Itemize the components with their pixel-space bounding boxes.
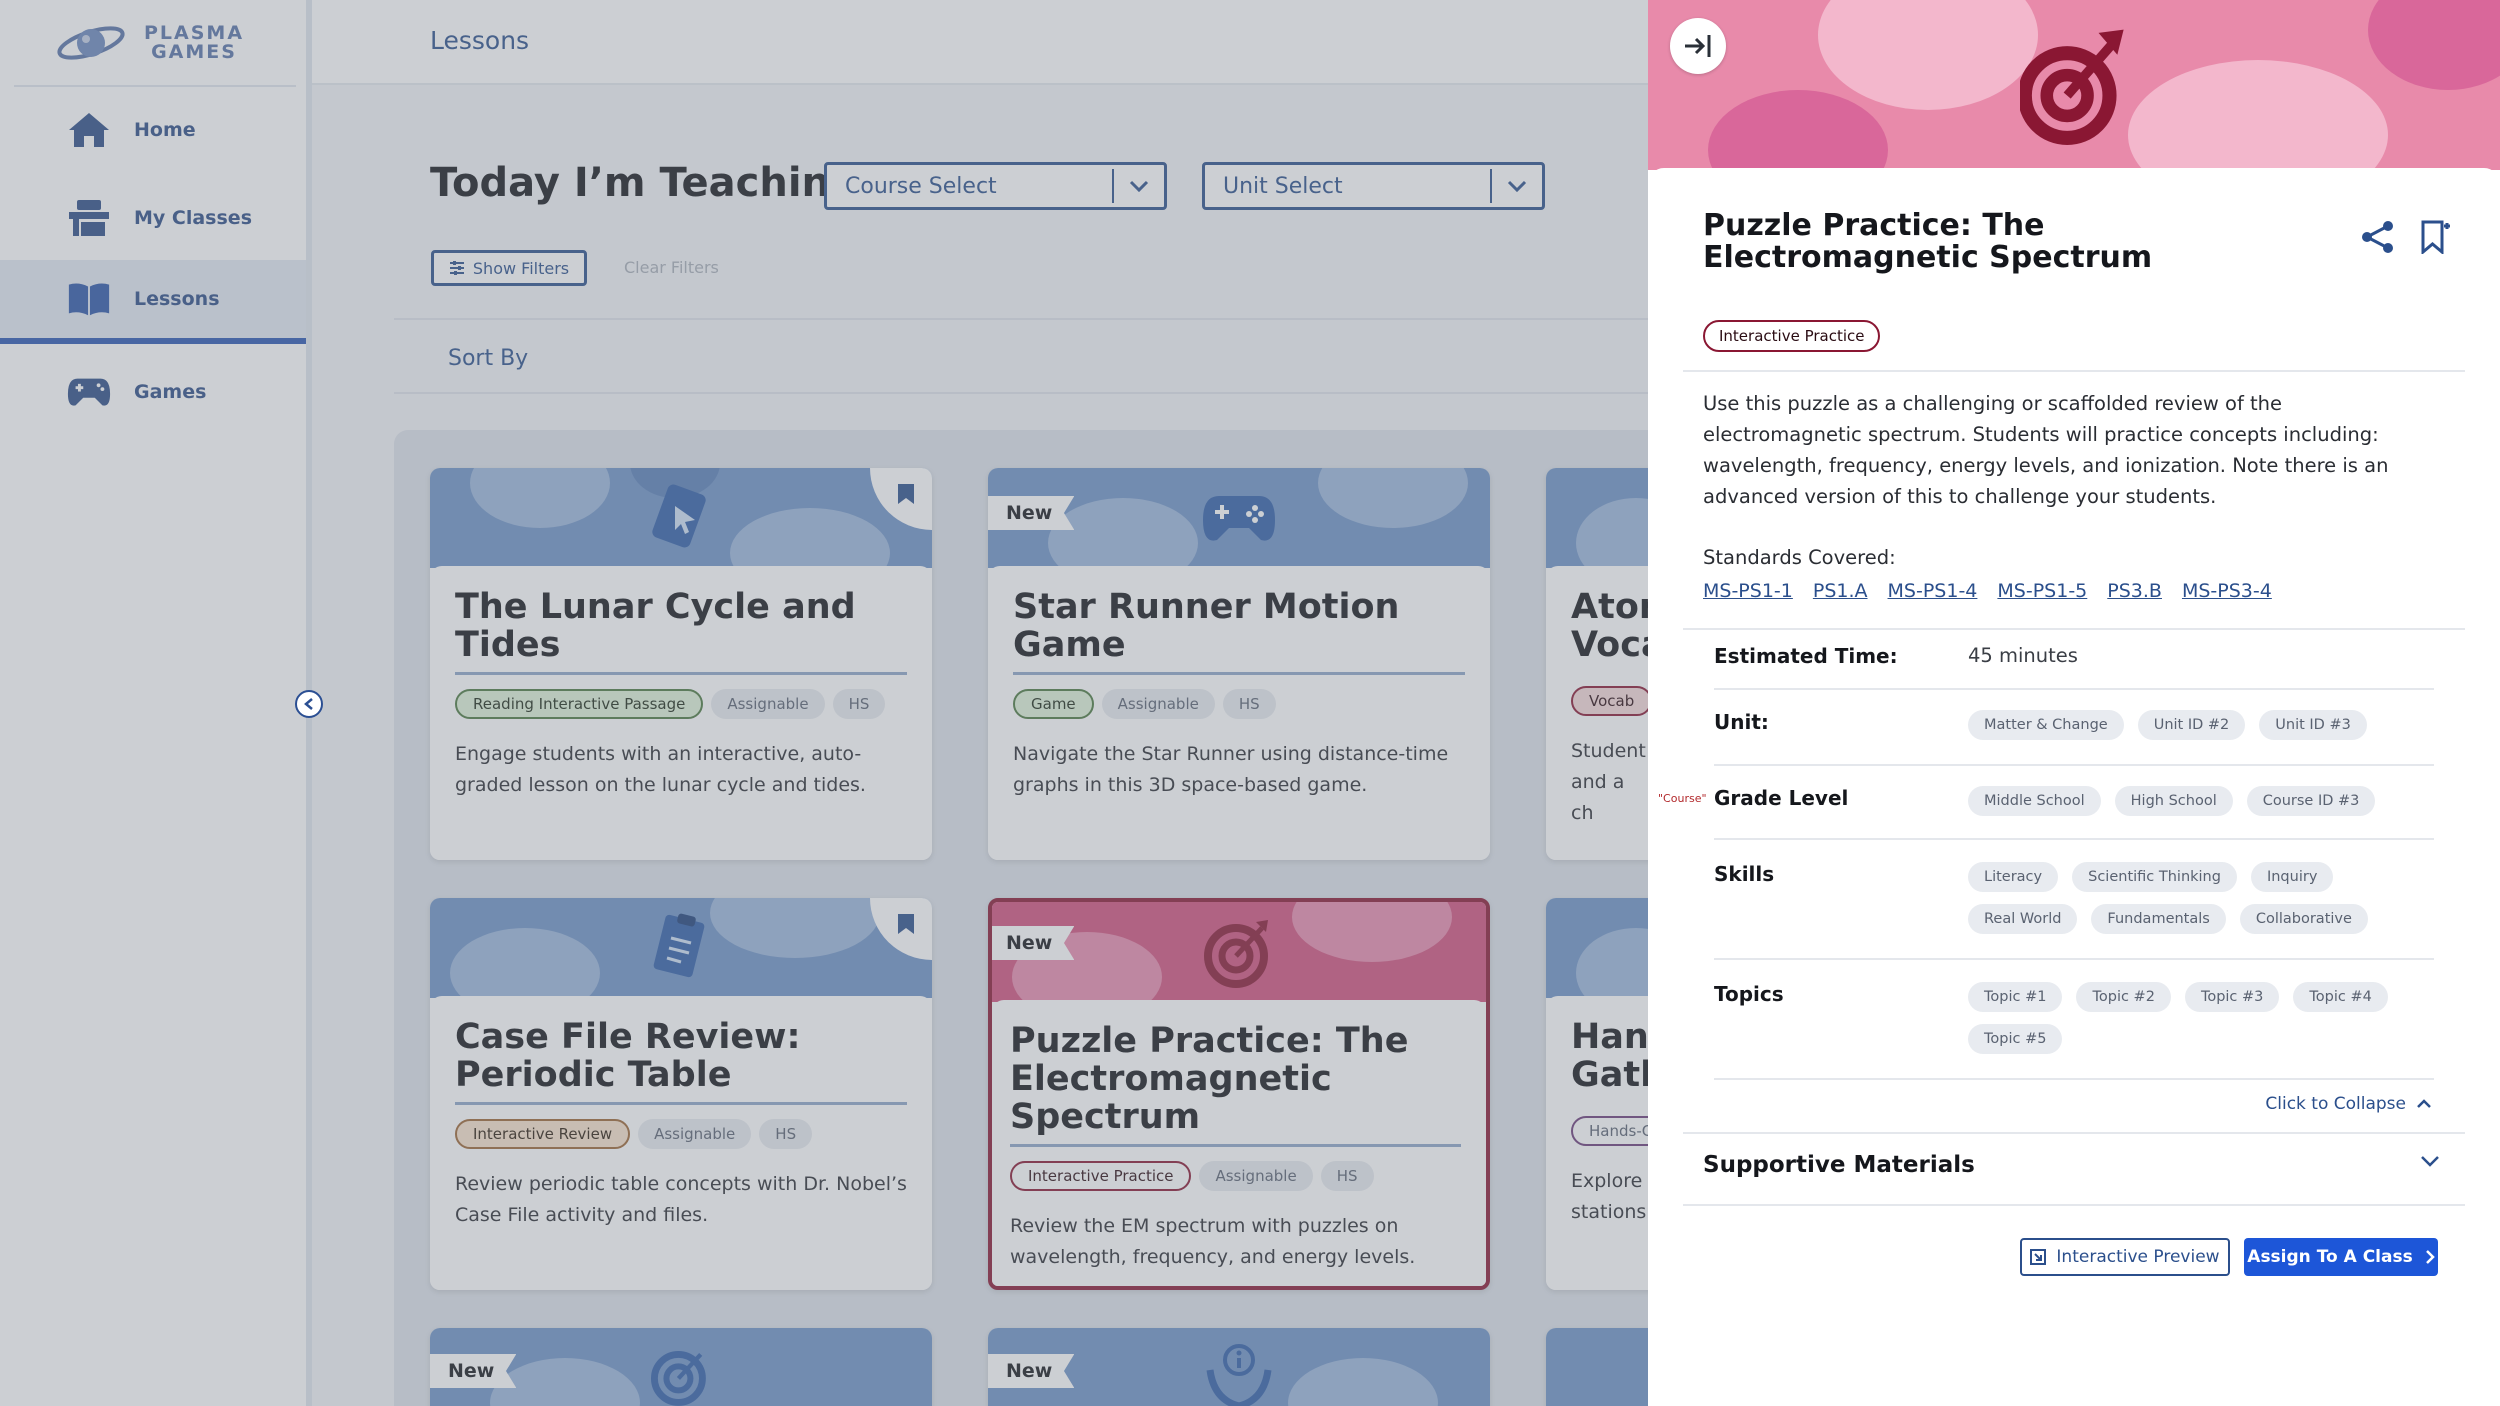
skill-chip: Real World bbox=[1968, 904, 2078, 934]
skills-chips: Literacy Scientific Thinking Inquiry Rea… bbox=[1968, 862, 2448, 934]
assign-to-class-button[interactable]: Assign To A Class bbox=[2244, 1238, 2438, 1276]
close-panel-button[interactable] bbox=[1670, 18, 1726, 74]
standard-link[interactable]: MS-PS3-4 bbox=[2182, 580, 2272, 602]
panel-title: Puzzle Practice: The Electromagnetic Spe… bbox=[1703, 208, 2153, 275]
unit-label: Unit: bbox=[1714, 710, 1769, 734]
topic-chip: Topic #3 bbox=[2184, 982, 2280, 1012]
standards-label: Standards Covered: bbox=[1703, 546, 1896, 569]
standard-link[interactable]: MS-PS1-1 bbox=[1703, 580, 1793, 602]
skill-chip: Inquiry bbox=[2250, 862, 2334, 892]
chevron-up-icon bbox=[2417, 1099, 2431, 1108]
panel-header-art bbox=[1648, 0, 2500, 170]
modal-backdrop[interactable] bbox=[0, 0, 1648, 1406]
standards-list: MS-PS1-1 PS1.A MS-PS1-4 MS-PS1-5 PS3.B M… bbox=[1703, 580, 2272, 602]
divider bbox=[1714, 958, 2434, 960]
topics-chips: Topic #1 Topic #2 Topic #3 Topic #4 Topi… bbox=[1968, 982, 2448, 1054]
divider bbox=[1714, 1078, 2434, 1080]
close-panel-icon bbox=[1685, 35, 1711, 57]
course-annotation: "Course" bbox=[1658, 792, 1707, 805]
interactive-preview-label: Interactive Preview bbox=[2056, 1247, 2220, 1267]
divider bbox=[1714, 838, 2434, 840]
app-root: PLASMA GAMES Home My Classes Lessons Gam… bbox=[0, 0, 2500, 1406]
standard-link[interactable]: MS-PS1-5 bbox=[1997, 580, 2087, 602]
type-tag: Interactive Practice bbox=[1703, 320, 1881, 352]
lesson-detail-panel: Puzzle Practice: The Electromagnetic Spe… bbox=[1648, 0, 2500, 1406]
unit-chip: Unit ID #3 bbox=[2259, 710, 2367, 740]
skill-chip: Scientific Thinking bbox=[2072, 862, 2237, 892]
chevron-right-icon bbox=[2425, 1250, 2435, 1264]
sidebar-collapse-button[interactable] bbox=[295, 690, 323, 718]
topic-chip: Topic #2 bbox=[2076, 982, 2171, 1012]
skills-label: Skills bbox=[1714, 862, 1775, 886]
standard-link[interactable]: PS1.A bbox=[1813, 580, 1868, 602]
interactive-preview-button[interactable]: Interactive Preview bbox=[2020, 1238, 2230, 1276]
chevron-left-icon bbox=[304, 698, 313, 710]
unit-chips: Matter & Change Unit ID #2 Unit ID #3 bbox=[1968, 710, 2448, 740]
grade-level-label: Grade Level bbox=[1714, 786, 1849, 810]
divider bbox=[1714, 764, 2434, 766]
estimated-time-label: Estimated Time: bbox=[1714, 644, 1898, 668]
standard-link[interactable]: MS-PS1-4 bbox=[1888, 580, 1978, 602]
bookmark-add-icon[interactable] bbox=[2420, 220, 2450, 258]
chevron-down-icon[interactable] bbox=[2420, 1152, 2440, 1171]
topics-label: Topics bbox=[1714, 982, 1784, 1006]
assign-label: Assign To A Class bbox=[2247, 1247, 2413, 1267]
topic-chip: Topic #4 bbox=[2293, 982, 2388, 1012]
topic-chip: Topic #1 bbox=[1968, 982, 2063, 1012]
divider bbox=[1714, 688, 2434, 690]
topic-chip: Topic #5 bbox=[1968, 1024, 2063, 1054]
divider bbox=[1683, 370, 2465, 372]
divider bbox=[1683, 1132, 2465, 1134]
standard-link[interactable]: PS3.B bbox=[2107, 580, 2162, 602]
preview-icon bbox=[2030, 1249, 2047, 1265]
unit-chip: Matter & Change bbox=[1968, 710, 2124, 740]
grade-chip: Middle School bbox=[1968, 786, 2101, 816]
divider bbox=[1683, 1204, 2465, 1206]
grade-chip: Course ID #3 bbox=[2246, 786, 2376, 816]
unit-chip: Unit ID #2 bbox=[2137, 710, 2246, 740]
skill-chip: Fundamentals bbox=[2091, 904, 2226, 934]
panel-description: Use this puzzle as a challenging or scaf… bbox=[1703, 392, 2389, 508]
skill-chip: Literacy bbox=[1968, 862, 2059, 892]
collapse-label: Click to Collapse bbox=[2265, 1094, 2406, 1114]
panel-content: Puzzle Practice: The Electromagnetic Spe… bbox=[1648, 168, 2500, 1406]
grade-chips: Middle School High School Course ID #3 bbox=[1968, 786, 2448, 816]
divider bbox=[1683, 628, 2465, 630]
supportive-materials-toggle[interactable]: Supportive Materials bbox=[1703, 1152, 1975, 1178]
skill-chip: Collaborative bbox=[2239, 904, 2368, 934]
collapse-details-link[interactable]: Click to Collapse bbox=[2265, 1094, 2432, 1114]
target-icon bbox=[2020, 29, 2124, 145]
grade-chip: High School bbox=[2114, 786, 2233, 816]
share-icon[interactable] bbox=[2360, 220, 2396, 258]
estimated-time-value: 45 minutes bbox=[1968, 644, 2078, 667]
